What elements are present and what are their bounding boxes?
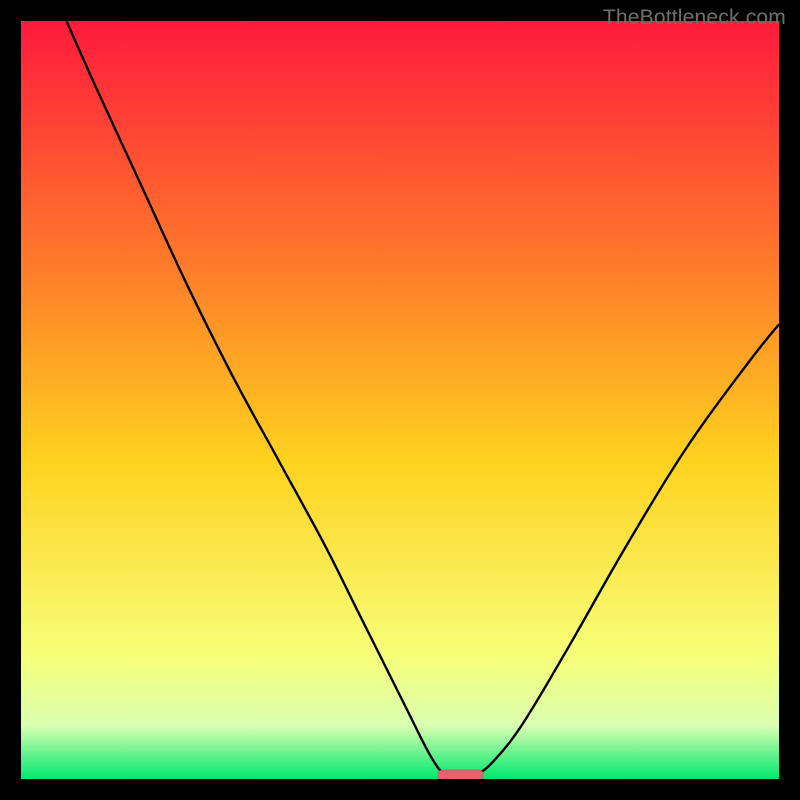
optimal-marker <box>438 770 483 779</box>
plot-area <box>21 21 779 779</box>
gradient-background <box>21 21 779 779</box>
chart-frame: TheBottleneck.com <box>0 0 800 800</box>
watermark-text: TheBottleneck.com <box>603 6 786 30</box>
chart-svg <box>21 21 779 779</box>
